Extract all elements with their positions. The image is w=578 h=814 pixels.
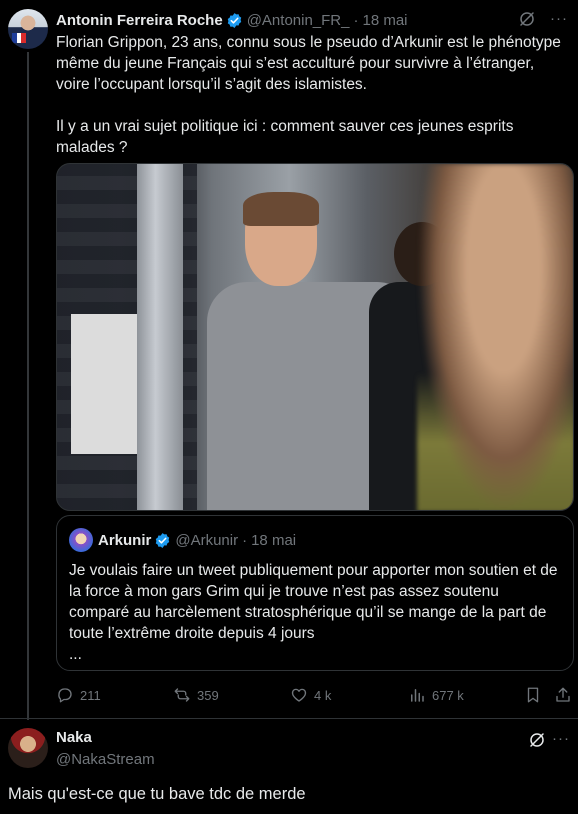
repost-button[interactable]: 359 xyxy=(173,684,219,706)
quote-header: Arkunir @Arkunir · 18 mai xyxy=(69,528,296,552)
like-icon xyxy=(291,688,307,702)
separator-dot: · xyxy=(353,11,359,29)
photo-pole xyxy=(137,164,183,510)
thread-line xyxy=(27,52,29,720)
quoted-tweet[interactable]: Arkunir @Arkunir · 18 mai Je voulais fai… xyxy=(56,515,574,671)
tweet-header: Antonin Ferreira Roche @Antonin_FR_ · 18… xyxy=(56,10,568,30)
like-button[interactable]: 4 k xyxy=(290,684,331,706)
author-handle[interactable]: @Antonin_FR_ xyxy=(247,12,350,29)
reply-text: Mais qu'est-ce que tu bave tdc de merde xyxy=(8,785,306,803)
quote-ellipsis: ... xyxy=(69,646,82,663)
verified-badge-icon xyxy=(156,532,170,548)
tweet-photo[interactable] xyxy=(56,163,574,511)
share-button[interactable] xyxy=(554,684,578,706)
bookmark-button[interactable] xyxy=(524,684,548,706)
grok-icon[interactable] xyxy=(518,10,536,28)
tweet-paragraph: Florian Grippon, 23 ans, connu sous le p… xyxy=(56,34,561,93)
photo-foreground-face xyxy=(417,164,573,510)
divider xyxy=(0,718,578,719)
quote-author-handle: @Arkunir xyxy=(175,531,239,549)
reply-button[interactable]: 211 xyxy=(56,684,101,706)
reply-count: 211 xyxy=(80,687,101,703)
views-icon xyxy=(411,689,424,702)
author-avatar[interactable] xyxy=(8,9,48,49)
tweet-actions: 211 359 4 k 677 k xyxy=(56,684,574,706)
tweet-text: Florian Grippon, 23 ans, connu sous le p… xyxy=(56,32,572,179)
photo-banner xyxy=(71,314,141,454)
reply-author-avatar[interactable] xyxy=(8,728,48,768)
reply-author-name[interactable]: Naka xyxy=(56,729,92,746)
more-icon[interactable]: ··· xyxy=(550,10,568,27)
flag-icon xyxy=(12,33,27,43)
tweet-date[interactable]: 18 mai xyxy=(362,12,407,29)
reply-icon xyxy=(58,688,72,703)
author-name[interactable]: Antonin Ferreira Roche xyxy=(56,12,223,29)
repost-icon xyxy=(174,688,190,702)
views-count: 677 k xyxy=(432,687,464,703)
quote-avatar xyxy=(69,528,93,552)
tweet-paragraph: Il y a un vrai sujet politique ici : com… xyxy=(56,118,514,156)
like-count: 4 k xyxy=(314,687,332,703)
quote-text: Je voulais faire un tweet publiquement p… xyxy=(69,560,563,665)
verified-badge-icon xyxy=(227,12,241,28)
separator-dot: · xyxy=(242,531,248,549)
bookmark-icon xyxy=(527,687,539,703)
share-icon xyxy=(556,687,570,702)
repost-count: 359 xyxy=(197,687,219,703)
quote-author-name: Arkunir xyxy=(98,531,152,549)
quote-date: 18 mai xyxy=(251,531,297,549)
reply-author-handle[interactable]: @NakaStream xyxy=(56,751,155,768)
quote-body: Je voulais faire un tweet publiquement p… xyxy=(69,562,558,642)
more-icon[interactable]: ··· xyxy=(552,730,570,747)
grok-icon[interactable] xyxy=(528,731,546,749)
views-button[interactable]: 677 k xyxy=(408,684,464,706)
